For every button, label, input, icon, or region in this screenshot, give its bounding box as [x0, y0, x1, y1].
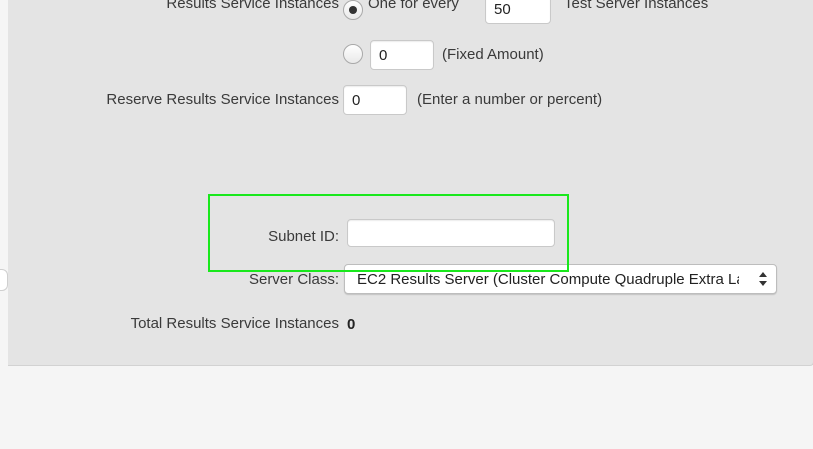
- test-server-instances-label: Test Server Instances: [564, 0, 709, 12]
- reserve-hint-label: (Enter a number or percent): [417, 91, 603, 108]
- fixed-amount-radio[interactable]: [343, 44, 363, 64]
- select-arrows-icon: [759, 272, 767, 286]
- side-panel-handle[interactable]: [0, 269, 8, 291]
- total-results-service-instances-value: 0: [347, 316, 356, 333]
- fixed-amount-input[interactable]: 0: [370, 40, 434, 70]
- total-results-service-instances-label: Total Results Service Instances: [130, 315, 339, 332]
- subnet-id-label: Subnet ID:: [268, 228, 339, 245]
- fixed-amount-label: (Fixed Amount): [442, 46, 544, 63]
- one-for-every-radio[interactable]: [343, 0, 363, 20]
- reserve-results-service-instances-label: Reserve Results Service Instances: [106, 91, 339, 108]
- server-class-label: Server Class:: [248, 271, 339, 288]
- reserve-results-service-input[interactable]: 0: [343, 85, 407, 115]
- one-for-every-input[interactable]: 50: [485, 0, 551, 24]
- results-settings-panel: Results Service Instances One for every …: [8, 0, 813, 366]
- results-service-instances-label: Results Service Instances: [166, 0, 339, 12]
- server-class-selected-value: EC2 Results Server (Cluster Compute Quad…: [357, 270, 739, 288]
- one-for-every-label: One for every: [368, 0, 459, 12]
- subnet-id-input[interactable]: [347, 219, 555, 247]
- server-class-select[interactable]: EC2 Results Server (Cluster Compute Quad…: [344, 264, 777, 294]
